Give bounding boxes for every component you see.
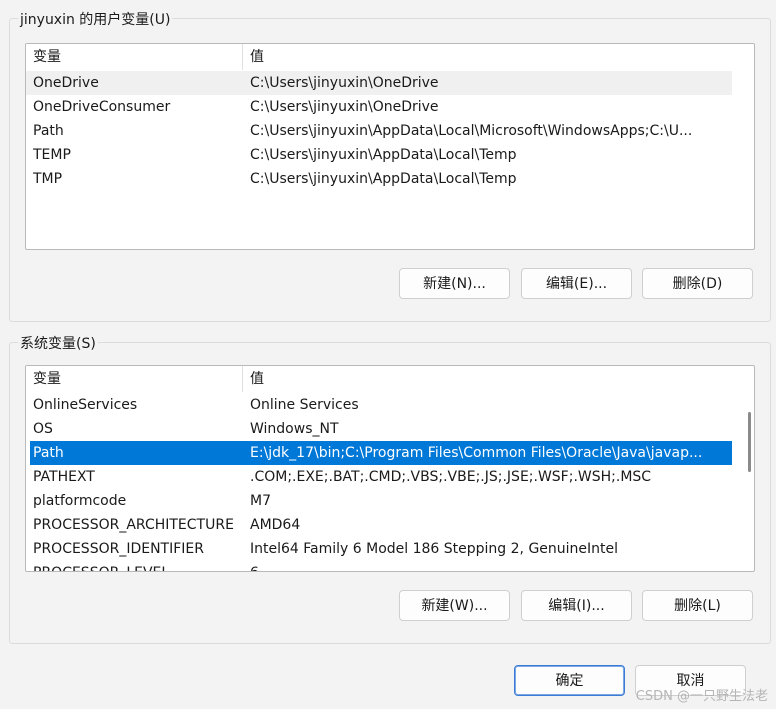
variable-name: PROCESSOR_IDENTIFIER [33,541,204,557]
column-header-value[interactable]: 值 [250,44,264,70]
user-delete-button[interactable]: 删除(D) [642,268,753,299]
system-variables-title: 系统变量(S) [18,333,98,353]
user-variables-title: jinyuxin 的用户变量(U) [18,9,173,29]
user-edit-button[interactable]: 编辑(E)... [521,268,632,299]
table-row[interactable]: OS Windows_NT [26,417,732,441]
variable-value: C:\Users\jinyuxin\OneDrive [250,99,439,115]
table-row[interactable]: Path C:\Users\jinyuxin\AppData\Local\Mic… [26,119,732,143]
variable-name: Path [33,445,64,461]
user-variables-list[interactable]: 变量 值 OneDrive C:\Users\jinyuxin\OneDrive… [25,43,755,250]
variable-value: AMD64 [250,517,301,533]
column-header-value[interactable]: 值 [250,366,264,392]
user-list-header: 变量 值 [26,44,732,70]
variable-value: C:\Users\jinyuxin\AppData\Local\Temp [250,147,517,163]
table-row[interactable]: TEMP C:\Users\jinyuxin\AppData\Local\Tem… [26,143,732,167]
table-row[interactable]: PATHEXT .COM;.EXE;.BAT;.CMD;.VBS;.VBE;.J… [26,465,732,489]
variable-value: 6 [250,561,725,571]
table-row[interactable]: OneDriveConsumer C:\Users\jinyuxin\OneDr… [26,95,732,119]
variable-name: PATHEXT [33,469,95,485]
system-edit-button[interactable]: 编辑(I)... [521,590,632,621]
variable-name: OneDrive [33,75,99,91]
table-row[interactable]: OnlineServices Online Services [26,393,732,417]
variable-name: PROCESSOR_ARCHITECTURE [33,517,234,533]
variable-name: TEMP [33,147,71,163]
system-new-button[interactable]: 新建(W)... [399,590,510,621]
variable-value: Online Services [250,397,359,413]
table-row[interactable]: PROCESSOR_IDENTIFIER Intel64 Family 6 Mo… [26,537,732,561]
watermark: CSDN @一只野生法老 [635,689,768,704]
column-separator[interactable] [242,366,243,392]
table-row[interactable]: OneDrive C:\Users\jinyuxin\OneDrive [26,71,732,95]
system-list-header: 变量 值 [26,366,732,392]
table-row[interactable]: PROCESSOR_ARCHITECTURE AMD64 [26,513,732,537]
column-header-variable[interactable]: 变量 [33,366,61,392]
table-row-selected[interactable]: Path E:\jdk_17\bin;C:\Program Files\Comm… [30,441,732,465]
variable-value: C:\Users\jinyuxin\OneDrive [250,75,439,91]
variable-name: platformcode [33,493,127,509]
system-delete-button[interactable]: 删除(L) [642,590,753,621]
column-header-variable[interactable]: 变量 [33,44,61,70]
variable-name: Path [33,123,64,139]
variable-value: C:\Users\jinyuxin\AppData\Local\Temp [250,171,517,187]
column-separator[interactable] [242,44,243,70]
variable-value: C:\Users\jinyuxin\AppData\Local\Microsof… [250,123,693,139]
table-row[interactable]: platformcode M7 [26,489,732,513]
variable-value: Intel64 Family 6 Model 186 Stepping 2, G… [250,541,619,557]
table-row[interactable]: TMP C:\Users\jinyuxin\AppData\Local\Temp [26,167,732,191]
variable-name: OneDriveConsumer [33,99,171,115]
variable-name: TMP [33,171,63,187]
system-list-scrollbar[interactable] [746,392,752,567]
scrollbar-thumb[interactable] [748,412,751,472]
user-new-button[interactable]: 新建(N)... [399,268,510,299]
variable-name: PROCESSOR_LEVEL [33,561,241,571]
variable-value: E:\jdk_17\bin;C:\Program Files\Common Fi… [250,445,703,461]
variable-value: .COM;.EXE;.BAT;.CMD;.VBS;.VBE;.JS;.JSE;.… [250,469,652,485]
variable-value: M7 [250,493,271,509]
variable-value: Windows_NT [250,421,339,437]
variable-name: OnlineServices [33,397,138,413]
system-variables-list[interactable]: 变量 值 OnlineServices Online Services OS W… [25,365,755,572]
variable-name: OS [33,421,53,437]
table-row[interactable]: PROCESSOR_LEVEL 6 [26,561,732,571]
ok-button[interactable]: 确定 [514,665,625,696]
